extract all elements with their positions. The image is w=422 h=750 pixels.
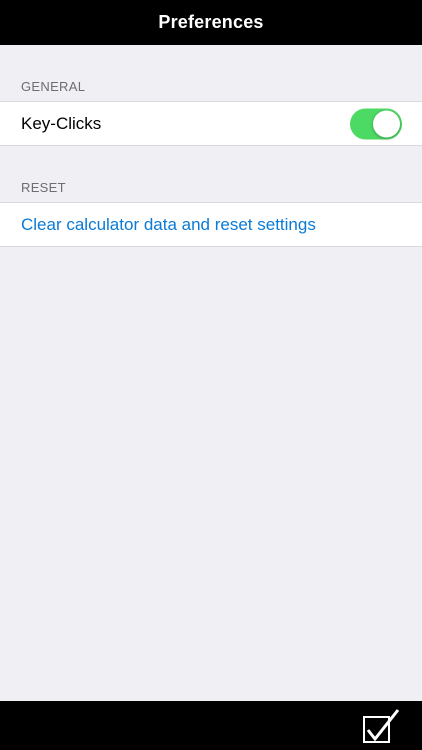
- toggle-knob: [373, 110, 400, 137]
- reset-settings-link[interactable]: Clear calculator data and reset settings: [21, 215, 316, 235]
- preferences-screen: Preferences GENERAL Key-Clicks RESET Cle…: [0, 0, 422, 750]
- section-header-general: GENERAL: [21, 79, 86, 94]
- key-clicks-toggle[interactable]: [350, 108, 402, 139]
- key-clicks-label: Key-Clicks: [21, 113, 102, 133]
- checkbox-checkmark-icon: [363, 709, 400, 743]
- key-clicks-row: Key-Clicks: [0, 101, 422, 146]
- page-title: Preferences: [158, 12, 264, 32]
- section-header-reset: RESET: [21, 180, 66, 195]
- done-button[interactable]: [362, 708, 400, 744]
- navigation-bar: Preferences: [0, 0, 422, 45]
- reset-row: Clear calculator data and reset settings: [0, 202, 422, 247]
- bottom-toolbar: [0, 701, 422, 750]
